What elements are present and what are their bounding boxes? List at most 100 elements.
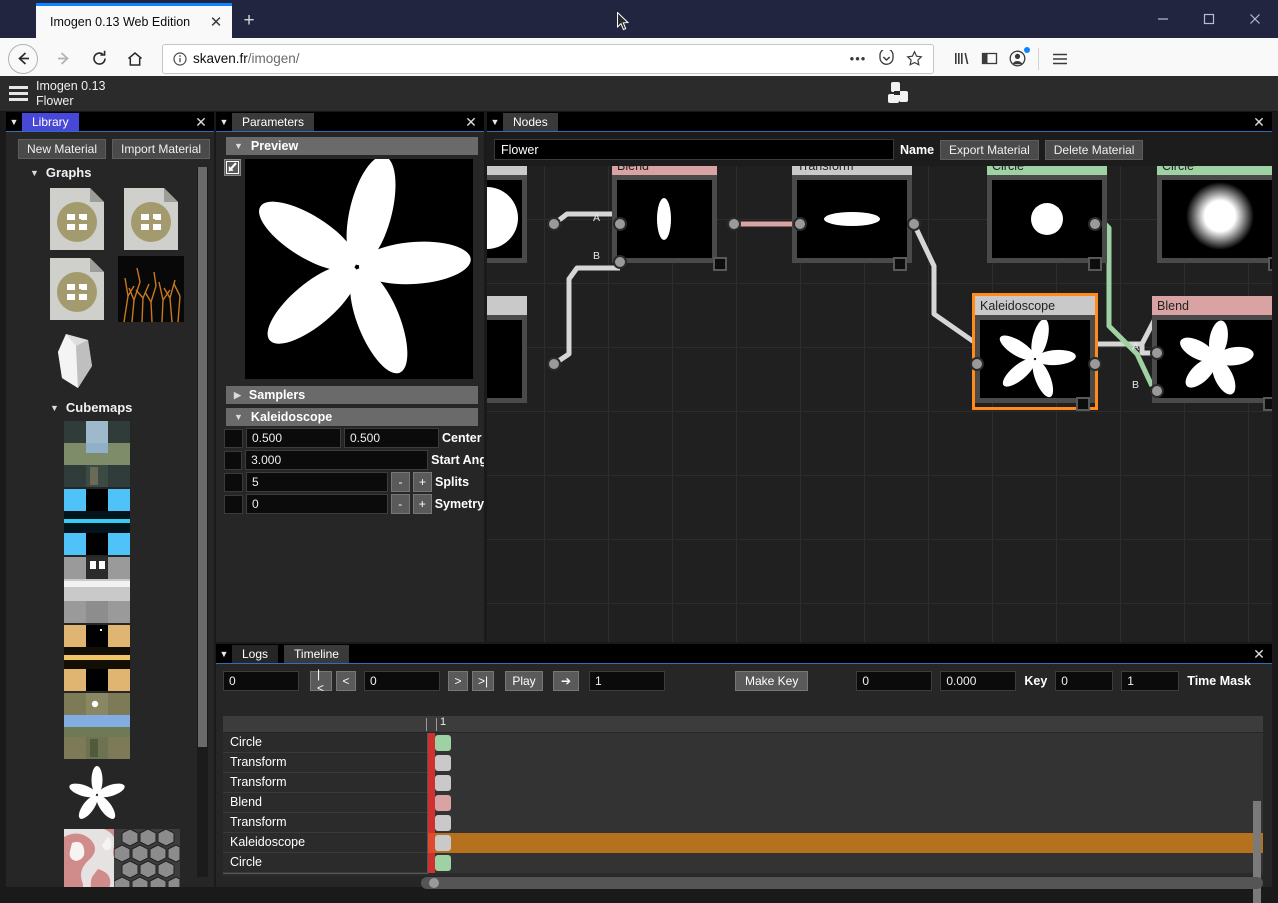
node-output-pin[interactable] xyxy=(1088,217,1102,231)
node-output-marker[interactable] xyxy=(1263,397,1272,411)
param-splits-minus-button[interactable]: - xyxy=(391,472,410,492)
tab-parameters[interactable]: Parameters xyxy=(232,112,315,131)
param-splits-plus-button[interactable]: + xyxy=(413,472,432,492)
node-input-pin-b[interactable] xyxy=(613,255,627,269)
close-window-button[interactable] xyxy=(1232,0,1278,38)
close-icon[interactable]: ✕ xyxy=(192,112,210,132)
param-center-y[interactable]: 0.500 xyxy=(344,428,439,448)
close-icon[interactable]: ✕ xyxy=(206,12,226,32)
preview-image[interactable] xyxy=(245,159,473,379)
next-frame-button[interactable]: > xyxy=(448,671,468,691)
minimize-button[interactable] xyxy=(1140,0,1186,38)
node-transform-left-bottom[interactable]: n xyxy=(487,296,527,403)
close-icon[interactable]: ✕ xyxy=(462,112,480,132)
library-item-rock[interactable] xyxy=(44,326,110,392)
library-item-roots[interactable] xyxy=(118,256,184,323)
play-button[interactable]: Play xyxy=(505,671,543,691)
keyframe-marker[interactable] xyxy=(428,833,435,853)
collapse-triangle-icon[interactable]: ▼ xyxy=(6,112,22,132)
node-input-pin-a[interactable] xyxy=(1150,346,1164,360)
library-item-cubemap[interactable] xyxy=(64,421,130,487)
bookmark-star-icon[interactable] xyxy=(901,46,927,72)
node-output-pin[interactable] xyxy=(547,217,561,231)
export-material-button[interactable]: Export Material xyxy=(940,139,1039,160)
app-menu-icon[interactable] xyxy=(0,86,36,101)
library-group-graphs[interactable]: ▼ Graphs xyxy=(6,161,214,184)
maximize-button[interactable] xyxy=(1186,0,1232,38)
section-samplers[interactable]: ▶ Samplers xyxy=(226,386,478,404)
sidebar-icon[interactable] xyxy=(976,46,1002,72)
node-input-pin-a[interactable] xyxy=(613,217,627,231)
param-anim-swatch[interactable] xyxy=(224,428,243,448)
library-item-cubemap[interactable] xyxy=(64,489,130,555)
prev-frame-button[interactable]: < xyxy=(336,671,356,691)
section-preview[interactable]: ▼ Preview xyxy=(226,137,478,155)
node-transform-left-top[interactable]: n xyxy=(487,166,527,263)
timeline-horizontal-scrollbar[interactable] xyxy=(421,877,1263,889)
node-output-pin[interactable] xyxy=(907,217,921,231)
node-output-marker[interactable] xyxy=(1088,257,1102,271)
pocket-icon[interactable] xyxy=(873,46,899,72)
param-anim-swatch[interactable] xyxy=(224,450,243,470)
node-graph-canvas[interactable]: n n xyxy=(487,166,1272,642)
node-output-pin[interactable] xyxy=(1088,357,1102,371)
node-input-pin[interactable] xyxy=(793,217,807,231)
node-input-pin-b[interactable] xyxy=(1150,384,1164,398)
preview-pick-icon[interactable] xyxy=(224,159,241,176)
library-scrollbar[interactable] xyxy=(197,167,208,877)
node-output-marker[interactable] xyxy=(1268,257,1272,271)
param-anim-swatch[interactable] xyxy=(224,494,243,514)
import-material-button[interactable]: Import Material xyxy=(112,139,211,159)
node-circle-1[interactable]: Circle xyxy=(987,166,1107,271)
make-key-button[interactable]: Make Key xyxy=(735,671,809,691)
library-item-graph[interactable] xyxy=(44,186,110,252)
timeline-scrollbar-thumb[interactable] xyxy=(429,878,439,888)
loop-icon[interactable]: ➔ xyxy=(553,671,579,691)
node-output-marker[interactable] xyxy=(713,257,727,271)
back-icon[interactable] xyxy=(8,43,38,74)
reload-icon[interactable] xyxy=(82,42,116,76)
node-output-pin[interactable] xyxy=(727,217,741,231)
library-item-flower[interactable] xyxy=(64,761,130,827)
material-name-input[interactable]: Flower xyxy=(494,139,894,160)
close-icon[interactable]: ✕ xyxy=(1250,112,1268,132)
keyframe-marker[interactable] xyxy=(428,793,435,813)
first-frame-button[interactable]: |< xyxy=(310,667,332,695)
site-info-icon[interactable] xyxy=(169,51,191,66)
param-symetry-plus-button[interactable]: + xyxy=(412,494,432,514)
time-mask-start-input[interactable]: 0 xyxy=(1055,671,1114,691)
key-value-input[interactable]: 0.000 xyxy=(940,671,1017,691)
keyframe-marker[interactable] xyxy=(428,813,435,833)
tab-logs[interactable]: Logs xyxy=(232,644,279,663)
library-item-cubemap[interactable] xyxy=(64,625,130,691)
library-icon[interactable] xyxy=(948,46,974,72)
library-item-cubemap[interactable] xyxy=(64,557,130,623)
library-item-hexagons[interactable] xyxy=(113,828,181,887)
library-group-cubemaps[interactable]: ▼ Cubemaps xyxy=(6,396,214,419)
param-splits[interactable]: 5 xyxy=(246,472,388,492)
collapse-triangle-icon[interactable]: ▼ xyxy=(216,644,232,664)
tab-nodes[interactable]: Nodes xyxy=(503,112,558,131)
keyframe-marker[interactable] xyxy=(428,773,435,793)
param-symetry-minus-button[interactable]: - xyxy=(390,494,410,514)
node-output-marker[interactable] xyxy=(1076,397,1090,411)
hamburger-menu-icon[interactable] xyxy=(1047,46,1073,72)
node-output-pin[interactable] xyxy=(547,357,561,371)
collapse-triangle-icon[interactable]: ▼ xyxy=(216,112,232,132)
account-icon[interactable] xyxy=(1004,46,1030,72)
browser-tab[interactable]: Imogen 0.13 Web Edition ✕ xyxy=(36,3,232,38)
close-icon[interactable]: ✕ xyxy=(1250,644,1268,664)
tab-timeline[interactable]: Timeline xyxy=(284,644,349,663)
node-input-pin[interactable] xyxy=(970,357,984,371)
new-material-button[interactable]: New Material xyxy=(18,139,107,159)
current-frame-input[interactable]: 0 xyxy=(364,671,440,691)
new-tab-button[interactable]: + xyxy=(232,3,266,38)
param-start-angle[interactable]: 3.000 xyxy=(245,450,429,470)
page-actions-icon[interactable]: ••• xyxy=(845,46,871,72)
key-index-input[interactable]: 0 xyxy=(856,671,933,691)
timeline-range-end-input[interactable]: 1 xyxy=(589,671,665,691)
section-kaleidoscope[interactable]: ▼ Kaleidoscope xyxy=(226,408,478,426)
node-kaleidoscope-1[interactable]: Kaleidoscope xyxy=(972,293,1098,411)
timeline-range-start-input[interactable]: 0 xyxy=(223,671,299,691)
tab-library[interactable]: Library xyxy=(22,112,79,131)
